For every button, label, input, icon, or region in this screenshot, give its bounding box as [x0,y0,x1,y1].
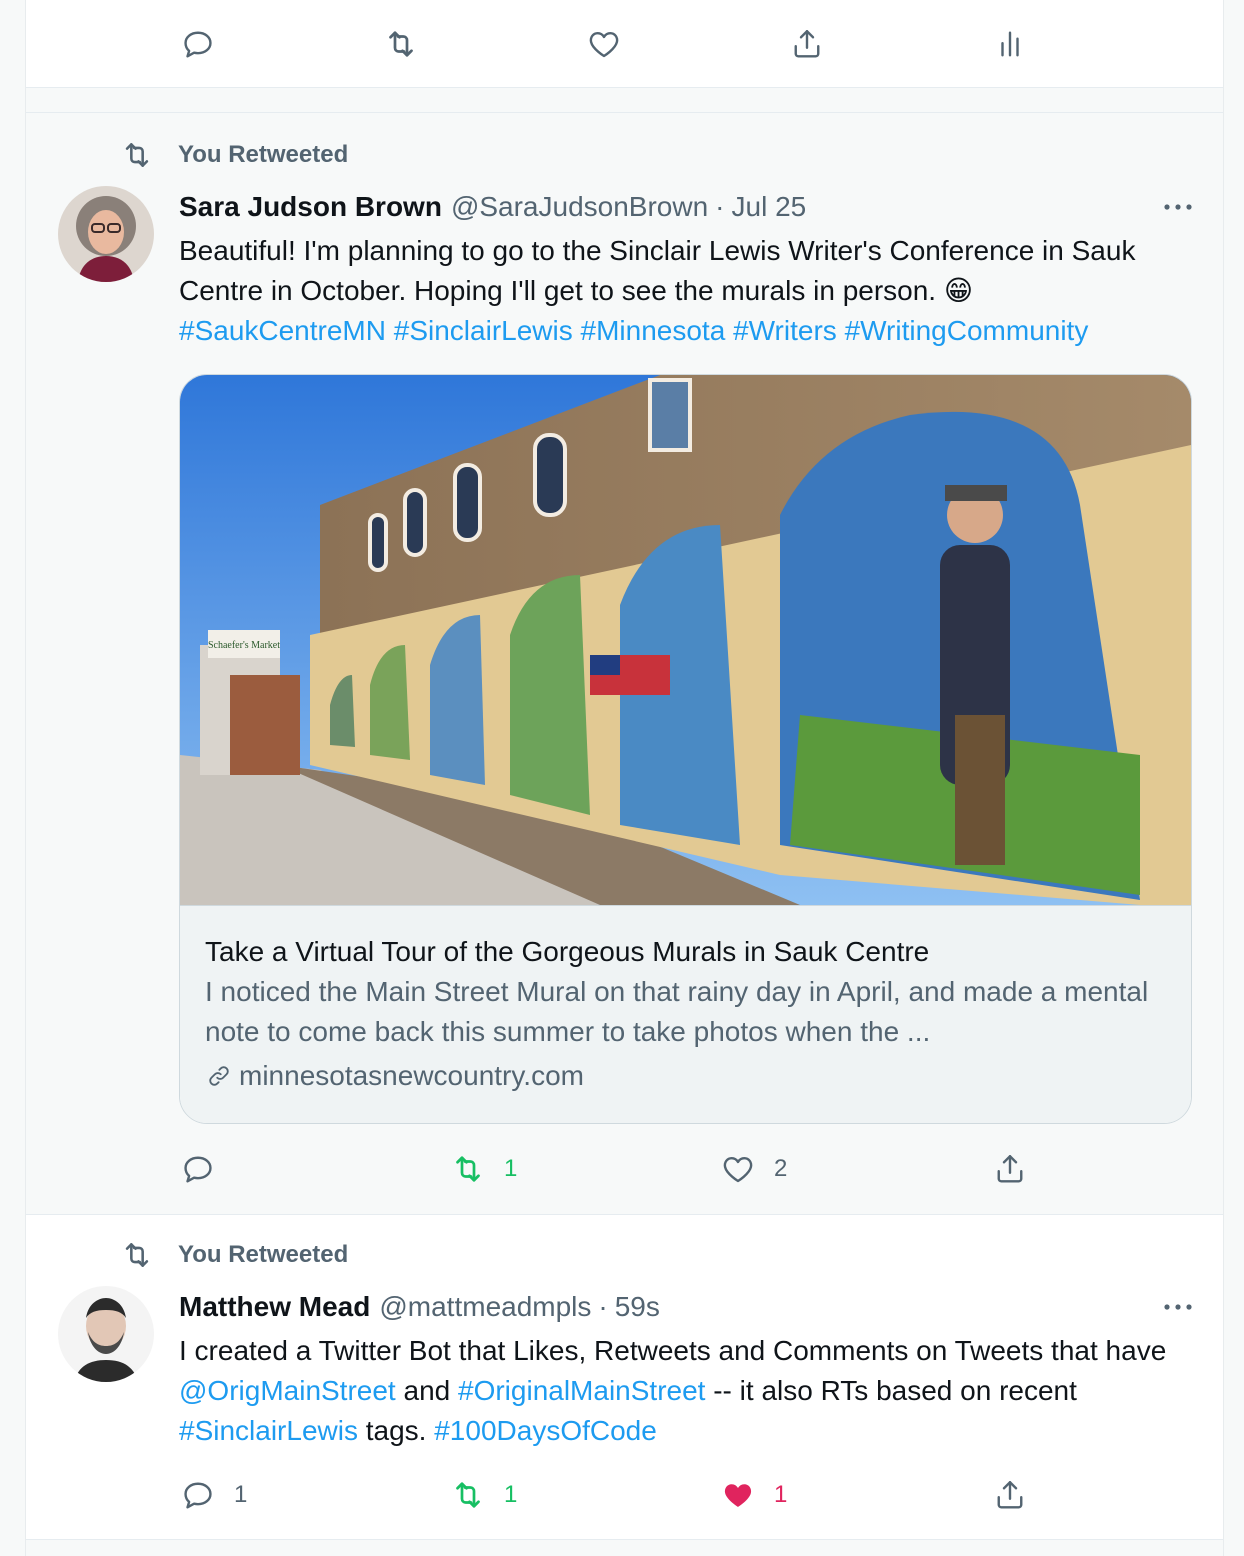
analytics-icon [992,26,1028,62]
mention-link[interactable]: @OrigMainStreet [179,1375,396,1406]
link-preview-image: Schaefer's Market [180,375,1191,906]
retweet-indicator-label: You Retweeted [178,1241,349,1268]
tweet-body: Sara Judson Brown @SaraJudsonBrown · Jul… [179,189,1194,351]
heart-icon [720,1151,756,1187]
reply-icon [180,26,216,62]
tweet-text-main: Beautiful! I'm planning to go to the Sin… [179,235,1136,306]
reply-button[interactable] [180,22,216,66]
link-preview-title: Take a Virtual Tour of the Gorgeous Mura… [205,936,930,967]
retweet-indicator: You Retweeted [120,140,348,170]
like-button[interactable]: 1 [720,1473,787,1517]
like-button[interactable] [586,22,622,66]
retweet-button[interactable] [383,22,419,66]
previous-tweet-card [26,0,1223,88]
hashtag-link[interactable]: #SinclairLewis [394,315,573,346]
tweet-text-part: I created a Twitter Bot that Likes, Retw… [179,1335,1167,1366]
avatar-image [58,1286,154,1382]
tweet-actions: 1 1 1 [180,1473,1080,1517]
tweet-card[interactable]: You Retweeted Sara Judson Brown @SaraJud… [26,112,1223,1212]
tweet-actions [180,22,1080,66]
tweet-time[interactable]: Jul 25 [732,189,807,225]
retweet-count: 1 [504,1155,518,1182]
link-icon [205,1062,233,1090]
like-count: 1 [774,1481,788,1508]
link-preview-info: Take a Virtual Tour of the Gorgeous Mura… [180,906,1191,1123]
more-options-icon[interactable] [1162,1299,1194,1315]
retweet-indicator-label: You Retweeted [178,141,349,168]
share-icon [992,1151,1028,1187]
tweet-body: Matthew Mead @mattmeadmpls · 59s I creat… [179,1289,1194,1451]
reply-icon [180,1151,216,1187]
avatar-image [58,186,154,282]
hashtag-link[interactable]: #Minnesota [581,315,726,346]
retweet-indicator: You Retweeted [120,1240,348,1270]
avatar[interactable] [58,186,154,282]
link-preview-domain-text: minnesotasnewcountry.com [239,1060,584,1091]
tweet-card[interactable]: You Retweeted Matthew Mead @mattmeadmpls… [26,1214,1223,1540]
retweet-button[interactable]: 1 [450,1473,517,1517]
avatar[interactable] [58,1286,154,1382]
hashtag-link[interactable]: #SaukCentreMN [179,315,386,346]
reply-icon [180,1477,216,1513]
link-preview-card[interactable]: Schaefer's Market Take a Virtual Tour of… [179,374,1192,1124]
link-preview-domain: minnesotasnewcountry.com [205,1056,1166,1096]
hashtag-link[interactable]: #OriginalMainStreet [458,1375,705,1406]
retweet-button[interactable]: 1 [450,1147,517,1191]
author-name[interactable]: Sara Judson Brown [179,189,442,225]
tweet-text-part: and [403,1375,451,1406]
tweet-text-part: -- it also RTs based on recent [713,1375,1077,1406]
share-button[interactable] [789,22,825,66]
tweet-text: I created a Twitter Bot that Likes, Retw… [179,1331,1194,1451]
author-handle[interactable]: @mattmeadmpls [379,1289,591,1325]
more-options-icon[interactable] [1162,199,1194,215]
share-button[interactable] [992,1473,1028,1517]
retweet-count: 1 [504,1481,518,1508]
share-icon [992,1477,1028,1513]
tweet-header: Matthew Mead @mattmeadmpls · 59s [179,1289,1194,1325]
reply-button[interactable]: 1 [180,1473,247,1517]
tweet-time[interactable]: 59s [615,1289,660,1325]
heart-icon [586,26,622,62]
hashtag-link[interactable]: #100DaysOfCode [434,1415,657,1446]
retweet-icon [120,138,154,172]
retweet-icon [450,1151,486,1187]
tweet-text-part: tags. [365,1415,427,1446]
link-preview-description: I noticed the Main Street Mural on that … [205,976,1149,1047]
reply-count: 1 [234,1481,248,1508]
grinning-emoji: 😁 [943,275,974,306]
analytics-button[interactable] [992,22,1028,66]
like-count: 2 [774,1155,788,1182]
share-button[interactable] [992,1147,1028,1191]
retweet-icon [383,26,419,62]
hashtag-link[interactable]: #SinclairLewis [179,1415,358,1446]
store-sign: Schaefer's Market [208,640,280,651]
author-handle[interactable]: @SaraJudsonBrown [451,189,708,225]
tweet-actions: 1 2 [180,1147,1080,1191]
tweet-header: Sara Judson Brown @SaraJudsonBrown · Jul… [179,189,1194,225]
timeline-column: You Retweeted Sara Judson Brown @SaraJud… [25,0,1224,1556]
retweet-icon [450,1477,486,1513]
retweet-icon [120,1238,154,1272]
hashtag-link[interactable]: #Writers [733,315,837,346]
separator-dot: · [598,1291,608,1322]
heart-filled-icon [720,1477,756,1513]
tweet-text: Beautiful! I'm planning to go to the Sin… [179,231,1194,351]
separator-dot: · [715,191,725,222]
share-icon [789,26,825,62]
hashtag-link[interactable]: #WritingCommunity [845,315,1089,346]
like-button[interactable]: 2 [720,1147,787,1191]
reply-button[interactable] [180,1147,234,1191]
author-name[interactable]: Matthew Mead [179,1289,370,1325]
